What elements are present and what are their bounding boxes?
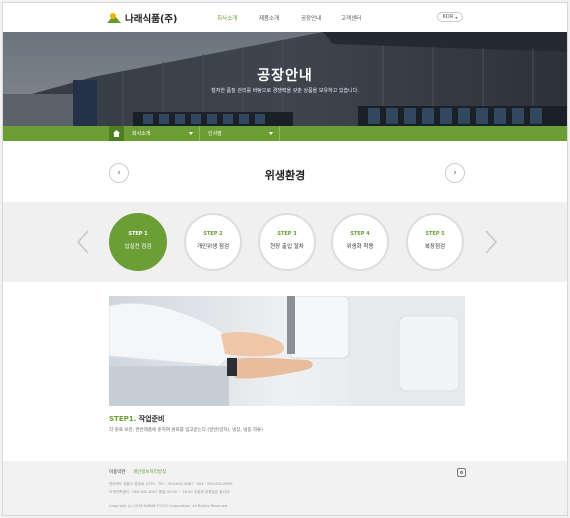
carousel-prev-arrow-icon[interactable] xyxy=(76,230,90,254)
step-2[interactable]: STEP 2 개인위생 점검 xyxy=(184,213,242,271)
step-number: STEP 5 xyxy=(425,231,445,237)
step-label: 위생화 착용 xyxy=(346,244,374,250)
step-4[interactable]: STEP 4 위생화 착용 xyxy=(331,213,389,271)
nav-products[interactable]: 제품소개 xyxy=(259,14,279,22)
crumb-dropdown-company[interactable]: 회사소개 xyxy=(124,126,200,141)
step-detail-title: 작업준비 xyxy=(138,415,165,423)
footer-service: 고객만족센터 : 063-642-8587 평일 09:00 ~ 18:00 주… xyxy=(109,490,231,494)
page-frame: 나래식품(주) 회사소개 제품소개 공장안내 고객센터 KOR ▾ 공장안내 철… xyxy=(2,2,568,516)
nav-company[interactable]: 회사소개 xyxy=(217,14,237,22)
home-button[interactable] xyxy=(109,126,124,141)
home-icon xyxy=(113,130,120,137)
caret-down-icon xyxy=(189,132,193,135)
nav-support[interactable]: 고객센터 xyxy=(341,14,361,22)
step-number: STEP 1 xyxy=(128,231,148,237)
step-number: STEP 2 xyxy=(203,231,223,237)
next-section-button[interactable]: › xyxy=(445,163,465,183)
step-photo xyxy=(109,296,465,406)
section-title: 위생환경 xyxy=(264,169,306,182)
step-3[interactable]: STEP 3 현장 출입 절차 xyxy=(258,213,316,271)
step-label: 입실전 점검 xyxy=(124,244,152,250)
crumb-dropdown-greeting[interactable]: 인사말 xyxy=(200,126,280,141)
step-number: STEP 4 xyxy=(350,231,370,237)
nav-factory[interactable]: 공장안내 xyxy=(301,14,321,22)
language-label: KOR xyxy=(442,14,454,20)
footer-copyright: Copyright (c) 2018 NARAE FOOD Corporatio… xyxy=(109,504,229,508)
site-footer: 이용약관 개인정보처리방침 전라북도 정읍시 중앙로 1270 · TEL : … xyxy=(3,461,567,515)
step-5[interactable]: STEP 5 복장점검 xyxy=(406,213,464,271)
terms-link[interactable]: 이용약관 xyxy=(109,469,126,475)
hero-banner: 공장안내 철저한 품질 관리를 바탕으로 경쟁력을 갖춘 상품을 보유하고 있습… xyxy=(3,32,567,126)
step-detail-description: 각 원료 보관, 완반제품에 준하여 원료를 입고받는다.(일반(일자), 냉장… xyxy=(109,428,263,433)
step-detail-heading: STEP1. 작업준비 xyxy=(109,414,164,424)
step-number: STEP 3 xyxy=(277,231,297,237)
language-select[interactable]: KOR ▾ xyxy=(437,12,463,22)
step-1[interactable]: STEP 1 입실전 점검 xyxy=(109,213,167,271)
sub-navigation: 회사소개 인사말 xyxy=(3,126,567,141)
step-label: 현장 출입 절차 xyxy=(270,244,304,250)
hero-title: 공장안내 xyxy=(257,68,313,84)
instagram-icon[interactable] xyxy=(457,468,466,477)
carousel-next-arrow-icon[interactable] xyxy=(484,230,498,254)
privacy-link[interactable]: 개인정보처리방침 xyxy=(133,469,166,475)
caret-down-icon xyxy=(269,132,273,135)
hand-washing-image xyxy=(109,296,465,406)
footer-address: 전라북도 정읍시 중앙로 1270 · TEL : 063-642-8587 ·… xyxy=(109,482,233,486)
main-nav: 회사소개 제품소개 공장안내 고객센터 xyxy=(3,14,567,24)
step-label: 개인위생 점검 xyxy=(196,244,230,250)
step-label: 복장점검 xyxy=(424,244,446,250)
site-header: 나래식품(주) 회사소개 제품소개 공장안내 고객센터 KOR ▾ xyxy=(3,3,567,33)
crumb-label-greeting: 인사말 xyxy=(208,131,222,137)
hero-subtitle: 철저한 품질 관리를 바탕으로 경쟁력을 갖춘 상품을 보유하고 있습니다. xyxy=(211,88,359,94)
crumb-label-company: 회사소개 xyxy=(132,131,151,137)
chevron-right-icon: › xyxy=(453,168,457,178)
chevron-down-icon: ▾ xyxy=(455,14,458,20)
step-detail-number: STEP1. xyxy=(109,415,137,423)
